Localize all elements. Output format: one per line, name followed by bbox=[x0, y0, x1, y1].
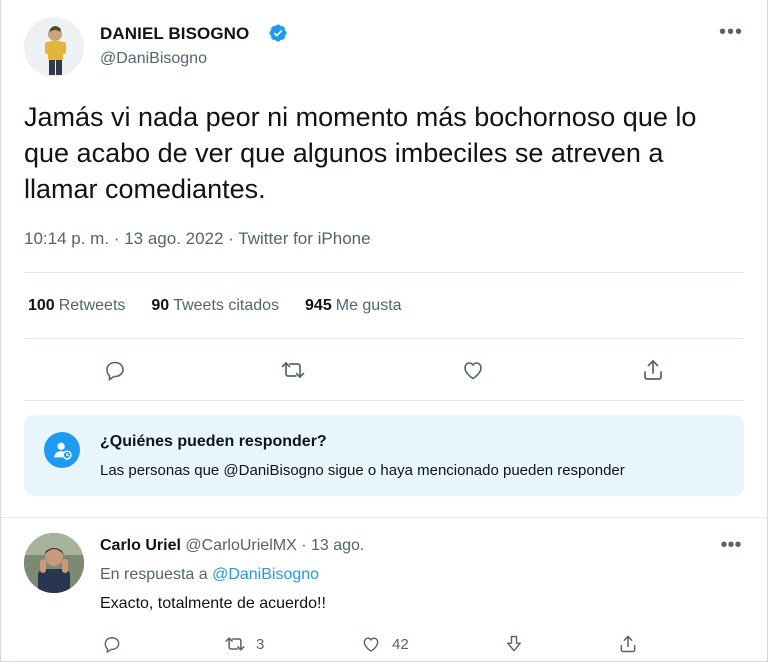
author-name[interactable]: DANIEL BISOGNO bbox=[100, 24, 249, 44]
reply-share-button[interactable] bbox=[618, 630, 648, 658]
reply-icon bbox=[104, 637, 120, 654]
stat-label: Retweets bbox=[58, 297, 126, 314]
reply-author-name[interactable]: Carlo Uriel bbox=[100, 537, 181, 554]
stat-label: Tweets citados bbox=[173, 297, 280, 314]
reply-retweet-button[interactable]: 3 bbox=[224, 630, 264, 658]
replying-to: En respuesta a @DaniBisogno bbox=[100, 566, 319, 584]
tweet-source[interactable]: Twitter for iPhone bbox=[238, 229, 370, 248]
meta-separator: · bbox=[113, 229, 120, 248]
reply-downvote-button[interactable] bbox=[504, 630, 534, 658]
stat-quote-tweets[interactable]: 90 Tweets citados bbox=[151, 297, 279, 315]
meta-separator: · bbox=[228, 229, 234, 248]
who-can-reply-notice: ¿Quiénes pueden responder? Las personas … bbox=[24, 415, 744, 496]
mention-user-icon bbox=[44, 432, 80, 468]
notice-text: Las personas que @DaniBisogno sigue o ha… bbox=[100, 462, 625, 479]
notice-title: ¿Quiénes pueden responder? bbox=[100, 433, 327, 450]
like-icon bbox=[363, 637, 379, 652]
like-count: 42 bbox=[392, 635, 409, 653]
stat-count: 945 bbox=[305, 297, 332, 314]
author-avatar[interactable] bbox=[24, 17, 84, 77]
more-horizontal-icon[interactable]: ••• bbox=[716, 21, 746, 47]
reply-header: Carlo Uriel @CarloUrielMX · 13 ago. bbox=[100, 537, 364, 555]
share-icon[interactable] bbox=[636, 353, 670, 387]
stat-label: Me gusta bbox=[335, 297, 402, 314]
reply-separator: · bbox=[301, 537, 307, 554]
replying-to-link[interactable]: @DaniBisogno bbox=[212, 566, 319, 583]
reply-text: Exacto, totalmente de acuerdo!! bbox=[100, 595, 326, 612]
verified-badge-icon bbox=[268, 23, 288, 43]
stat-retweets[interactable]: 100 Retweets bbox=[28, 297, 125, 315]
reply-icon[interactable] bbox=[98, 353, 132, 387]
reply-like-button[interactable]: 42 bbox=[360, 630, 409, 658]
downvote-arrow-icon bbox=[507, 635, 521, 652]
share-icon bbox=[620, 635, 636, 653]
stat-count: 90 bbox=[151, 297, 170, 314]
reply-time[interactable]: 13 ago. bbox=[311, 537, 364, 554]
reply-author-handle[interactable]: @CarloUrielMX bbox=[185, 537, 296, 554]
tweet-meta: 10:14 p. m. · 13 ago. 2022 · Twitter for… bbox=[24, 229, 371, 249]
tweet-stats: 100 Retweets 90 Tweets citados 945 Me gusta bbox=[28, 297, 428, 315]
reply-author-avatar[interactable] bbox=[24, 533, 84, 593]
retweet-icon bbox=[225, 637, 245, 651]
retweet-icon[interactable] bbox=[276, 353, 310, 387]
tweet-text: Jamás vi nada peor ni momento más bochor… bbox=[24, 102, 697, 204]
tweet-date[interactable]: 13 ago. 2022 bbox=[124, 229, 223, 248]
reply-reply-button[interactable] bbox=[102, 630, 132, 658]
replying-prefix: En respuesta a bbox=[100, 566, 208, 583]
divider bbox=[24, 338, 744, 339]
divider bbox=[24, 400, 744, 401]
divider bbox=[24, 272, 744, 273]
retweet-count: 3 bbox=[256, 635, 265, 653]
stat-count: 100 bbox=[28, 297, 55, 314]
more-horizontal-icon[interactable]: ••• bbox=[716, 534, 746, 560]
divider bbox=[0, 517, 768, 518]
like-icon[interactable] bbox=[456, 353, 490, 387]
tweet-actions bbox=[24, 353, 744, 387]
tweet-time[interactable]: 10:14 p. m. bbox=[24, 229, 109, 248]
author-handle[interactable]: @DaniBisogno bbox=[100, 50, 207, 68]
stat-likes[interactable]: 945 Me gusta bbox=[305, 297, 402, 315]
reply-actions: 3 42 bbox=[100, 630, 660, 658]
